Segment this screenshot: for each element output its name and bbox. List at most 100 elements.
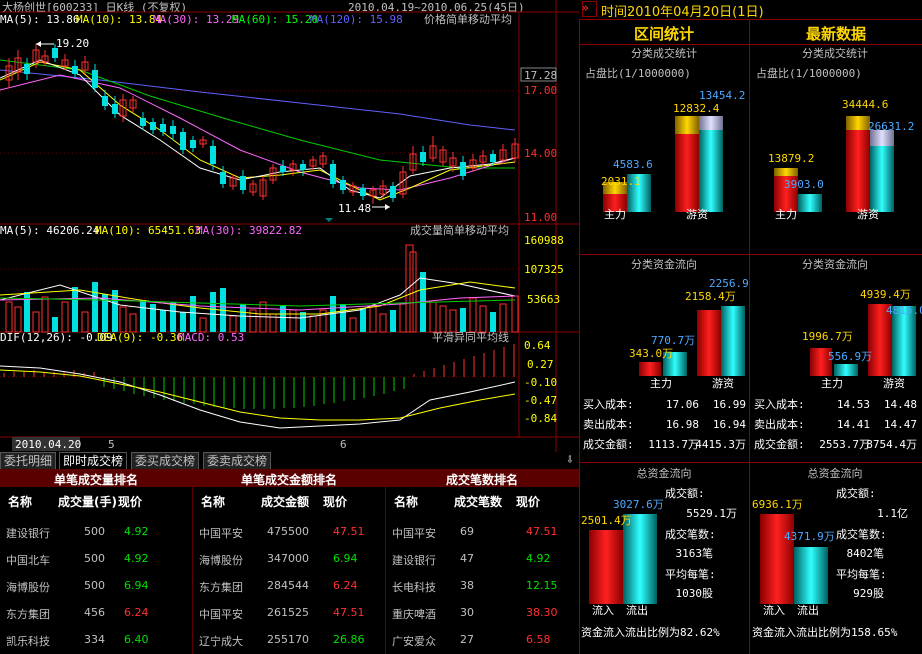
capital-flow-panel: » 时间: 2010年04月20日(1日) 区间统计 最新数据 分类成交统计 占盘… [579, 0, 922, 654]
current-price: 38.30 [526, 606, 558, 619]
tab-buy-rank[interactable]: 委买成交榜 [131, 452, 200, 469]
total-bar [794, 547, 828, 604]
candle-body-down [460, 162, 466, 176]
stock-name: 东方集团 [6, 608, 50, 621]
bar-value: 13454.2 [699, 89, 745, 102]
volume-bar-down [190, 296, 196, 332]
time-value: 2010年04月20日(1日) [627, 5, 764, 20]
tab-sell-rank[interactable]: 委卖成交榜 [203, 452, 272, 469]
bar-value: 2158.4万 [685, 290, 736, 303]
stock-name: 长电科技 [392, 581, 436, 594]
month-mark: 5 [108, 438, 115, 451]
bar-value: 2501.4万 [581, 514, 632, 527]
vol-tick: 53663 [527, 293, 560, 306]
volume-bar-down [340, 304, 346, 332]
collapse-icon[interactable]: ⇩ [566, 452, 574, 467]
legend-item: MA(120): 15.98 [310, 13, 403, 26]
cost-value: 8754.4万 [866, 438, 917, 451]
table-title: 单笔成交量排名 [53, 473, 138, 487]
current-price: 12.15 [526, 579, 558, 592]
rank-value: 500 [84, 552, 105, 565]
current-price: 4.92 [124, 525, 149, 538]
high-label: 19.20 [56, 37, 89, 50]
column-header[interactable]: 成交笔数 [454, 493, 502, 510]
column-header[interactable]: 现价 [516, 493, 540, 510]
legend-item: MA(10): 13.84 [76, 13, 162, 26]
macd-tick: -0.47 [524, 394, 557, 407]
candle-body-down [140, 118, 146, 126]
total-label: 成交笔数: [836, 527, 887, 541]
current-price: 6.94 [124, 579, 149, 592]
cost-label: 买入成本: [754, 397, 805, 411]
volume-bar-down [490, 312, 496, 332]
candle-body-down [390, 186, 396, 198]
volume-bar-down [180, 312, 186, 332]
candle-body-down [102, 96, 108, 106]
youzi-label: 游资 [712, 377, 734, 390]
stock-name: 中国平安 [199, 527, 243, 540]
column-header[interactable]: 现价 [118, 493, 142, 510]
low-label: 11.48 [338, 202, 371, 215]
outflow-label: 流出 [797, 603, 819, 617]
inflow-label: 流入 [592, 603, 614, 617]
flow-bar [834, 364, 858, 376]
bar-value: 4371.9万 [784, 530, 835, 543]
volume-bar-down [140, 300, 146, 332]
candle-body-down [330, 164, 336, 184]
macd-tick: 0.64 [524, 339, 551, 352]
column-header[interactable]: 名称 [394, 493, 418, 510]
legend-item: MA(5): 46206.24 [0, 224, 100, 237]
rank-value: 456 [84, 606, 105, 619]
cost-value: 2553.7万 [819, 438, 870, 451]
column-header[interactable]: 名称 [201, 493, 225, 510]
legend-item: MA(10): 65451.63 [95, 224, 201, 237]
cost-value: 14.48 [884, 398, 917, 411]
ma-caption: 价格简单移动平均 [424, 12, 512, 26]
column-header[interactable]: 现价 [323, 493, 347, 510]
candle-body-down [490, 154, 496, 162]
vol-tick: 107325 [524, 263, 564, 276]
candle-body-down [340, 180, 346, 190]
bar-value: 12832.4 [673, 102, 720, 115]
section-subtitle: 分类成交统计 [631, 46, 697, 60]
volume-bar-down [92, 282, 98, 332]
column-header[interactable]: 成交量(手) [58, 493, 117, 510]
flow-bar [639, 362, 661, 376]
column-header[interactable]: 成交金额 [261, 493, 309, 510]
candle-body-down [24, 64, 30, 74]
current-price: 4.92 [124, 552, 149, 565]
flow-ratio: 资金流入流出比例为158.65% [752, 625, 898, 639]
stock-name: 建设银行 [6, 527, 50, 540]
macd-legend: DIF(12,26): -0.09DEA(9): -0.36MACD: 0.53 [0, 331, 244, 344]
volume-bar-down [170, 302, 176, 332]
volume-bar-down [72, 287, 78, 332]
flow-bar [697, 310, 721, 376]
stock-name: 海博股份 [6, 581, 50, 594]
current-price: 47.51 [333, 525, 365, 538]
tab-realtime-rank[interactable]: 即时成交榜 [59, 452, 128, 469]
cost-value: 14.41 [837, 418, 870, 431]
ma-legend: MA(5): 13.86MA(10): 13.84MA(30): 13.29MA… [0, 13, 403, 26]
candle-body-down [160, 124, 166, 132]
cost-label: 卖出成本: [583, 417, 634, 431]
current-price: 47.51 [526, 525, 558, 538]
current-price: 6.94 [333, 552, 358, 565]
candle-body-down [210, 146, 216, 164]
bar-cap [846, 116, 870, 130]
cost-value: 17.06 [666, 398, 699, 411]
section-subtitle: 总资金流向 [637, 466, 692, 480]
total-bar [760, 514, 794, 604]
rank-value: 500 [84, 579, 105, 592]
vol-tick: 160988 [524, 234, 564, 247]
tab-entrust-detail[interactable]: 委托明细 [0, 452, 57, 469]
cost-label: 成交金额: [754, 437, 805, 451]
column-header[interactable]: 名称 [8, 493, 32, 510]
bar-value: 3027.6万 [613, 498, 664, 511]
candle-body-down [170, 126, 176, 134]
rank-value: 334 [84, 633, 105, 646]
macd-tick: -0.10 [524, 376, 557, 389]
kline-chart[interactable]: 大杨创世[600233] 日K线 (不复权) 2010.04.19~2010.0… [0, 0, 579, 452]
price-tick: 17.00 [524, 84, 557, 97]
bar-cap [774, 168, 798, 176]
candle-body-down [280, 166, 286, 172]
